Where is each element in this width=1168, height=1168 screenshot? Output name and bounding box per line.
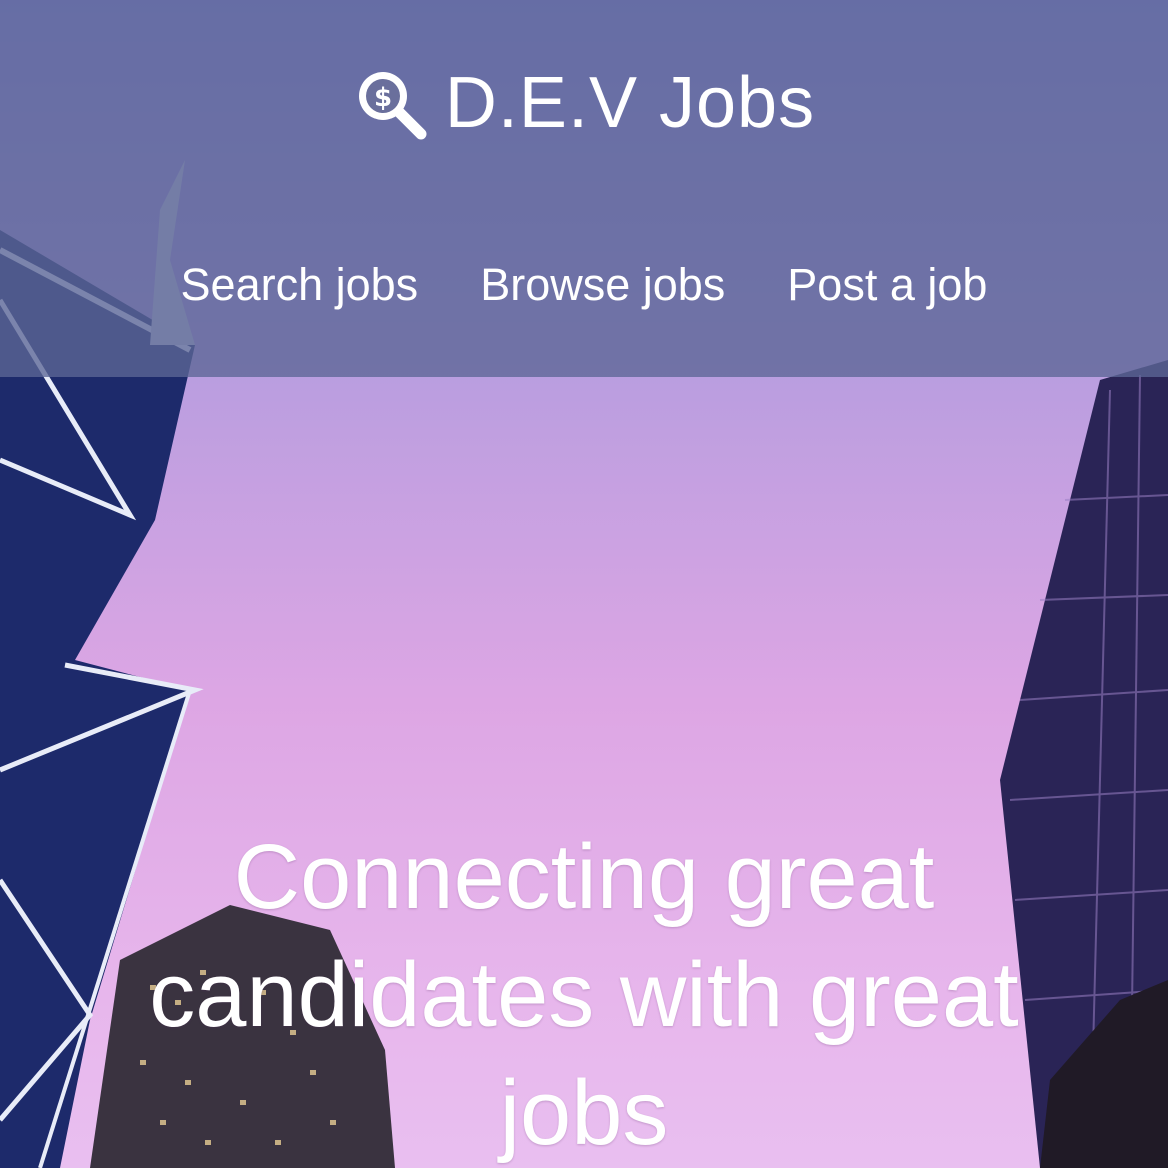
hero-headline: Connecting great candidates with great j… (149, 826, 1019, 1164)
site-header: $ D.E.V Jobs Search jobs Browse jobs Pos… (0, 0, 1168, 377)
brand[interactable]: $ D.E.V Jobs (0, 58, 1168, 148)
nav-search-jobs[interactable]: Search jobs (181, 258, 419, 312)
landing-page: $ D.E.V Jobs Search jobs Browse jobs Pos… (0, 0, 1168, 1168)
nav-post-a-job[interactable]: Post a job (787, 258, 987, 312)
nav-browse-jobs[interactable]: Browse jobs (480, 258, 725, 312)
svg-text:$: $ (374, 83, 392, 113)
brand-name: D.E.V Jobs (444, 63, 816, 143)
dollar-search-icon: $ (353, 66, 427, 140)
main-nav: Search jobs Browse jobs Post a job (0, 258, 1168, 312)
